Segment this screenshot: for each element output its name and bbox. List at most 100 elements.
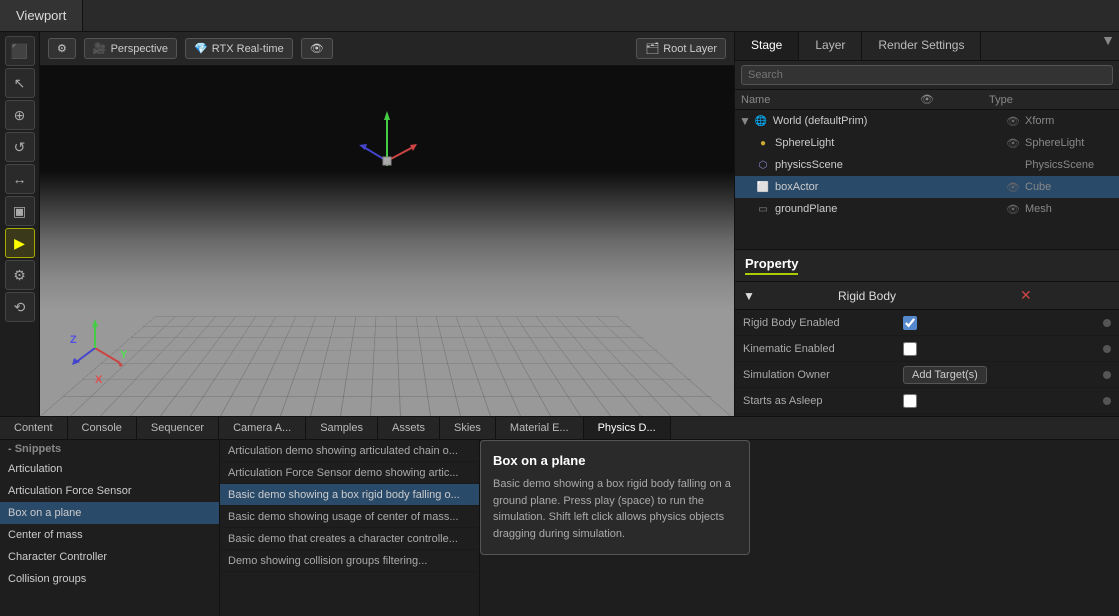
snippets-list: - Snippets Articulation Articulation For… (0, 440, 220, 616)
tree-row-physicsscene[interactable]: ⬡ physicsScene PhysicsScene (735, 154, 1119, 176)
sdesc-text: Demo showing collision groups filtering.… (228, 555, 427, 567)
world-icon: 🌐 (753, 113, 769, 129)
tab-content[interactable]: Content (0, 417, 68, 439)
tab-sequencer[interactable]: Sequencer (137, 417, 219, 439)
tree-row-groundplane[interactable]: ▭ groundPlane 👁 Mesh (735, 198, 1119, 220)
viewport-toolbar: ⚙ 🎥 Perspective 💎 RTX Real-time 👁 🗂 Root… (40, 32, 734, 66)
sdesc-row-center-of-mass[interactable]: Basic demo showing usage of center of ma… (220, 506, 479, 528)
tree-row-world[interactable]: ▼ 🌐 World (defaultPrim) 👁 Xform (735, 110, 1119, 132)
camera-label: Perspective (111, 43, 168, 55)
eye-toggle[interactable]: 👁 (1001, 181, 1025, 194)
tree-node-name: World (defaultPrim) (773, 115, 1001, 127)
toolbar-move[interactable]: ⊕ (5, 100, 35, 130)
sdesc-text: Articulation demo showing articulated ch… (228, 445, 458, 457)
toolbar-snap[interactable]: ⟲ (5, 292, 35, 322)
sdesc-row-box-on-plane[interactable]: Basic demo showing a box rigid body fall… (220, 484, 479, 506)
tree-row-boxactor[interactable]: ⬜ boxActor 👁 Cube (735, 176, 1119, 198)
tree-row-spherelight[interactable]: ● SphereLight 👁 SphereLight (735, 132, 1119, 154)
close-section-button[interactable]: ✕ (1020, 287, 1111, 304)
tab-render-settings[interactable]: Render Settings (862, 32, 981, 60)
tree-node-name: groundPlane (775, 203, 1001, 215)
rigid-body-header[interactable]: ▼ Rigid Body ✕ (735, 282, 1119, 310)
sdesc-text: Articulation Force Sensor demo showing a… (228, 467, 459, 479)
rigid-body-section: ▼ Rigid Body ✕ Rigid Body Enabled Kinema… (735, 282, 1119, 416)
tooltip-text: Basic demo showing a box rigid body fall… (493, 476, 737, 542)
snippet-row-articulation[interactable]: Articulation (0, 458, 219, 480)
transform-gizmo (357, 106, 417, 179)
expand-arrow: ▼ (739, 114, 751, 128)
sdesc-row-character-controller[interactable]: Basic demo that creates a character cont… (220, 528, 479, 550)
prop-dot (1103, 319, 1111, 327)
prop-label-starts-as-asleep: Starts as Asleep (743, 395, 903, 407)
tab-assets[interactable]: Assets (378, 417, 440, 439)
tab-console[interactable]: Console (68, 417, 137, 439)
tooltip-popup: Box on a plane Basic demo showing a box … (480, 440, 750, 555)
prop-dot (1103, 371, 1111, 379)
checkbox-rigid-body-enabled[interactable] (903, 316, 917, 330)
eye-toggle[interactable]: 👁 (1001, 137, 1025, 150)
tree-col-name: Name (741, 94, 865, 106)
viewport-rtx-button[interactable]: 💎 RTX Real-time (185, 38, 293, 59)
add-target-button[interactable]: Add Target(s) (903, 366, 987, 384)
snippet-row-center-of-mass[interactable]: Center of mass (0, 524, 219, 546)
snippets-section-label: - Snippets (0, 440, 219, 458)
viewport-layer-button[interactable]: 🗂 Root Layer (636, 38, 726, 59)
tab-camera-a[interactable]: Camera A... (219, 417, 306, 439)
checkbox-kinematic-enabled[interactable] (903, 342, 917, 356)
eye-icon: 👁 (310, 42, 324, 55)
filter-icon[interactable]: ▼ (1097, 32, 1119, 60)
groundplane-icon: ▭ (755, 201, 771, 217)
bottom-tabs: Content Console Sequencer Camera A... Sa… (0, 417, 1119, 440)
snippet-row-articulation-force-sensor[interactable]: Articulation Force Sensor (0, 480, 219, 502)
property-panel: Property ▼ Rigid Body ✕ Rigid Body Enabl… (735, 250, 1119, 416)
tree-node-name: physicsScene (775, 159, 1001, 171)
viewport-canvas[interactable]: X Y Z (40, 66, 734, 416)
toolbar-rotate[interactable]: ↺ (5, 132, 35, 162)
main-area: ⬛ ↖ ⊕ ↺ ↔ ▣ ▶ ⚙ ⟲ ⚙ 🎥 Perspective 💎 RTX … (0, 32, 1119, 416)
sdesc-row-collision-groups[interactable]: Demo showing collision groups filtering.… (220, 550, 479, 572)
checkbox-starts-as-asleep[interactable] (903, 394, 917, 408)
tab-material-e[interactable]: Material E... (496, 417, 584, 439)
sdesc-row-articulation-force-sensor[interactable]: Articulation Force Sensor demo showing a… (220, 462, 479, 484)
prop-row-kinematic-enabled: Kinematic Enabled (735, 336, 1119, 362)
snippet-row-character-controller[interactable]: Character Controller (0, 546, 219, 568)
snippet-row-collision-groups[interactable]: Collision groups (0, 568, 219, 590)
tab-layer[interactable]: Layer (799, 32, 862, 60)
toolbar-play[interactable]: ▶ (5, 228, 35, 258)
prop-row-starts-as-asleep: Starts as Asleep (735, 388, 1119, 414)
tree-node-type: Mesh (1025, 203, 1115, 215)
sdesc-row-articulation[interactable]: Articulation demo showing articulated ch… (220, 440, 479, 462)
viewport-area: ⚙ 🎥 Perspective 💎 RTX Real-time 👁 🗂 Root… (40, 32, 734, 416)
tab-skies[interactable]: Skies (440, 417, 496, 439)
toolbar-select[interactable]: ⬛ (5, 36, 35, 66)
viewport-eye-button[interactable]: 👁 (301, 38, 333, 59)
toolbar-gizmo[interactable]: ▣ (5, 196, 35, 226)
tree-node-type: SphereLight (1025, 137, 1115, 149)
tree-header: Name 👁 Type (735, 90, 1119, 110)
toolbar-arrow[interactable]: ↖ (5, 68, 35, 98)
toolbar-physics[interactable]: ⚙ (5, 260, 35, 290)
eye-toggle[interactable]: 👁 (1001, 115, 1025, 128)
eye-toggle[interactable]: 👁 (1001, 203, 1025, 216)
boxactor-icon: ⬜ (755, 179, 771, 195)
snippet-row-box-on-plane[interactable]: Box on a plane (0, 502, 219, 524)
layer-icon: 🗂 (645, 42, 659, 55)
tooltip-title: Box on a plane (493, 453, 737, 468)
tree-node-type: Xform (1025, 115, 1115, 127)
tab-samples[interactable]: Samples (306, 417, 378, 439)
property-header: Property (735, 250, 1119, 282)
toolbar-scale[interactable]: ↔ (5, 164, 35, 194)
snippets-desc-container: Box on a plane Basic demo showing a box … (480, 440, 1119, 616)
viewport-settings-button[interactable]: ⚙ (48, 38, 76, 59)
stage-search-bar (735, 61, 1119, 90)
snippet-name: Center of mass (8, 529, 83, 541)
tab-physics-d[interactable]: Physics D... (584, 417, 671, 439)
stage-search-input[interactable] (741, 65, 1113, 85)
rigid-body-label: Rigid Body (838, 289, 929, 303)
viewport-camera-button[interactable]: 🎥 Perspective (84, 38, 177, 59)
stage-tree: Name 👁 Type ▼ 🌐 World (defaultPrim) 👁 Xf… (735, 90, 1119, 250)
tab-stage[interactable]: Stage (735, 32, 799, 60)
right-panel: Stage Layer Render Settings ▼ Name 👁 Typ… (734, 32, 1119, 416)
prop-label-rigid-body-enabled: Rigid Body Enabled (743, 317, 903, 329)
prop-value-rigid-body-enabled (903, 316, 1099, 330)
